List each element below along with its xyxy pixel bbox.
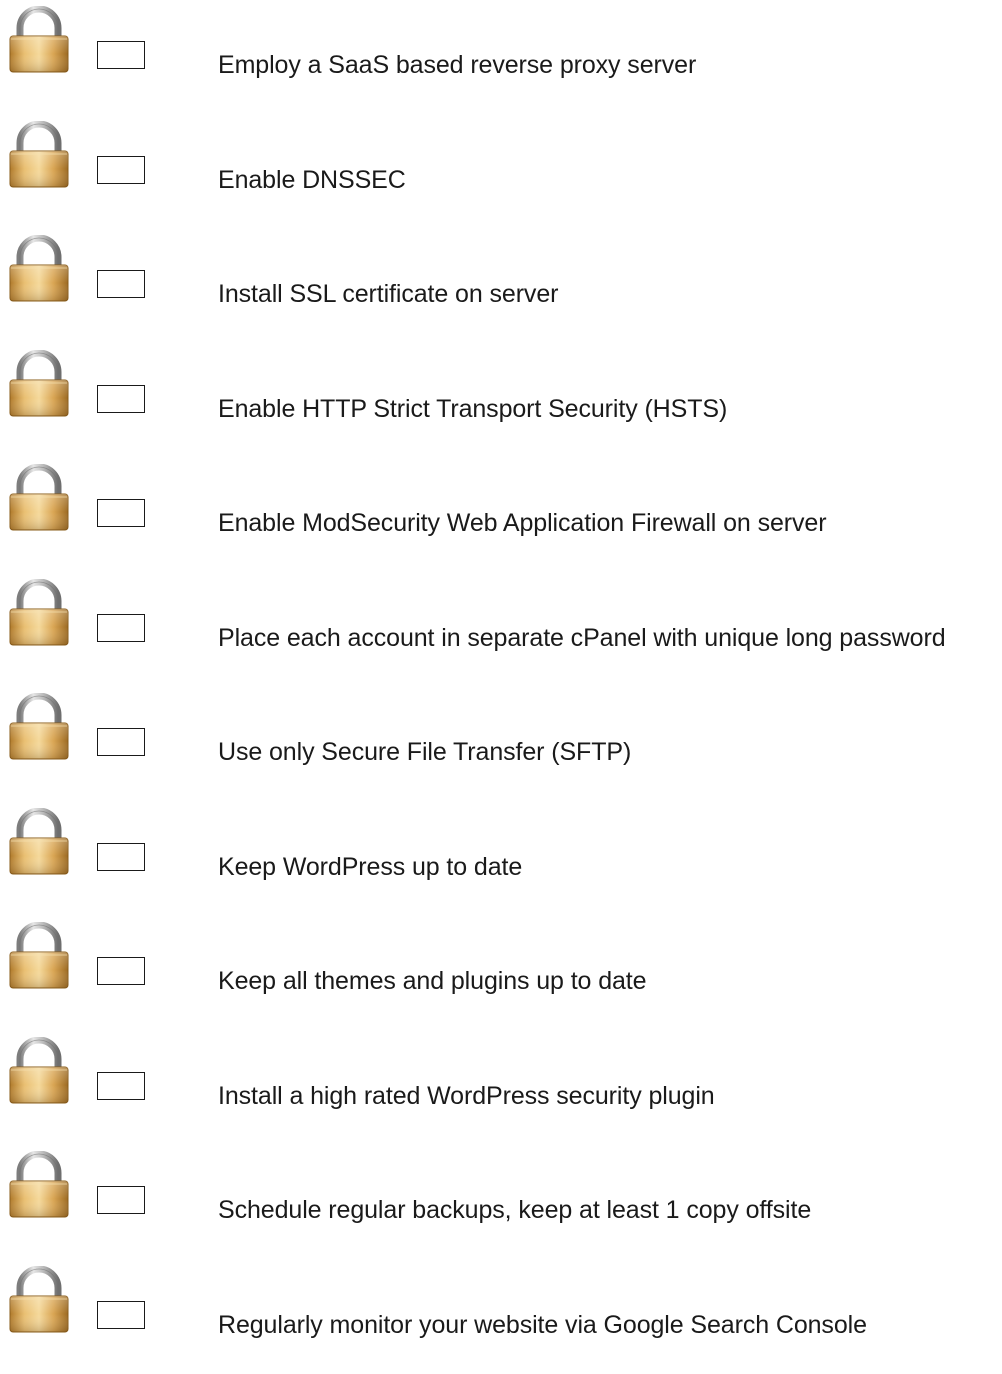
checkbox[interactable]: [97, 1071, 145, 1100]
checkbox[interactable]: [97, 1186, 145, 1214]
checkbox[interactable]: [97, 1300, 145, 1329]
checklist-item: Place each account in separate cPanel wi…: [0, 573, 1002, 687]
checklist-item: Enable ModSecurity Web Application Firew…: [0, 458, 1002, 572]
checkbox[interactable]: [97, 842, 145, 871]
checklist-item-label: Enable ModSecurity Web Application Firew…: [218, 509, 827, 537]
security-checklist: Employ a SaaS based reverse proxy server…: [0, 0, 1002, 1340]
checkbox[interactable]: [97, 613, 145, 642]
checklist-item-label: Keep all themes and plugins up to date: [218, 967, 647, 995]
checkbox[interactable]: [97, 155, 145, 184]
checklist-item-label: Schedule regular backups, keep at least …: [218, 1196, 812, 1224]
checklist-item-label: Employ a SaaS based reverse proxy server: [218, 51, 697, 79]
padlock-icon: [8, 807, 70, 876]
checklist-item-label: Keep WordPress up to date: [218, 852, 523, 881]
checkbox[interactable]: [97, 499, 145, 527]
checkbox[interactable]: [97, 41, 145, 69]
checkbox[interactable]: [97, 957, 145, 985]
checklist-item: Keep WordPress up to date: [0, 802, 1002, 916]
checklist-item: Keep all themes and plugins up to date: [0, 916, 1002, 1030]
checklist-item: Regularly monitor your website via Googl…: [0, 1260, 1002, 1374]
checklist-item-label: Use only Secure File Transfer (SFTP): [218, 738, 632, 766]
checklist-item: Install SSL certificate on server: [0, 229, 1002, 343]
checklist-item: Employ a SaaS based reverse proxy server: [0, 0, 1002, 114]
checklist-item-label: Install SSL certificate on server: [218, 280, 559, 308]
checklist-item-label: Install a high rated WordPress security …: [218, 1081, 715, 1110]
padlock-icon: [8, 349, 70, 418]
checkbox[interactable]: [97, 728, 145, 756]
padlock-icon: [8, 1036, 70, 1105]
checklist-item-label: Place each account in separate cPanel wi…: [218, 623, 946, 652]
padlock-icon: [8, 578, 70, 647]
padlock-icon: [8, 922, 70, 990]
padlock-icon: [8, 6, 70, 74]
checklist-item: Use only Secure File Transfer (SFTP): [0, 687, 1002, 801]
padlock-icon: [8, 464, 70, 532]
padlock-icon: [8, 693, 70, 761]
checkbox[interactable]: [97, 270, 145, 298]
checklist-item: Enable HTTP Strict Transport Security (H…: [0, 344, 1002, 458]
padlock-icon: [8, 1265, 70, 1334]
padlock-icon: [8, 120, 70, 189]
checkbox[interactable]: [97, 384, 145, 413]
padlock-icon: [8, 1151, 70, 1219]
checklist-item: Schedule regular backups, keep at least …: [0, 1145, 1002, 1259]
checklist-item: Install a high rated WordPress security …: [0, 1031, 1002, 1145]
checklist-item-label: Regularly monitor your website via Googl…: [218, 1310, 867, 1339]
checklist-item: Enable DNSSEC: [0, 115, 1002, 229]
checklist-item-label: Enable DNSSEC: [218, 165, 406, 194]
checklist-item-label: Enable HTTP Strict Transport Security (H…: [218, 394, 728, 423]
padlock-icon: [8, 235, 70, 303]
